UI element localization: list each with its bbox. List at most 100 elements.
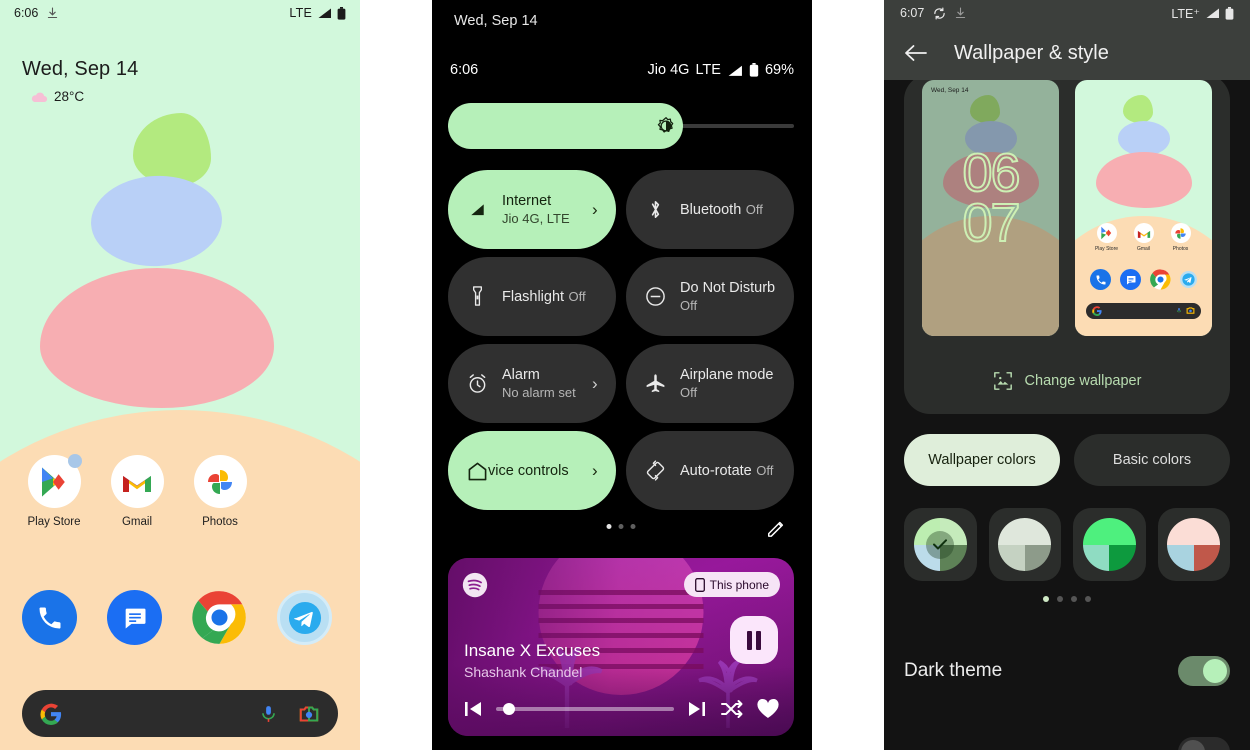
- media-progress-bar[interactable]: [496, 703, 674, 715]
- wallpaper-top-bar: 6:07 LTE⁺ Wallpaper & style: [884, 0, 1250, 80]
- media-artist: Shashank Chandel: [464, 664, 583, 680]
- dark-theme-toggle[interactable]: [1178, 656, 1230, 686]
- page-dot[interactable]: [606, 524, 612, 529]
- page-dot[interactable]: [630, 524, 636, 529]
- signal-icon: [728, 65, 742, 76]
- qs-tile-auto-rotate[interactable]: Auto-rotate Off: [626, 431, 794, 510]
- qs-tile-bluetooth[interactable]: Bluetooth Off: [626, 170, 794, 249]
- home-screen-preview[interactable]: Play Store Gmail Photos: [1075, 80, 1212, 336]
- qs-tile-grid: Internet Jio 4G, LTE › Bluetooth Off Fla…: [448, 170, 794, 510]
- back-arrow-icon[interactable]: [904, 43, 928, 63]
- color-swatch-1[interactable]: [904, 508, 977, 581]
- microphone-icon: [1176, 308, 1182, 313]
- bluetooth-icon: [644, 199, 666, 221]
- chrome-icon: [1150, 269, 1171, 290]
- status-network: LTE⁺: [1171, 6, 1200, 21]
- phone-device-icon: [694, 577, 705, 592]
- messages-icon[interactable]: [107, 590, 162, 645]
- chevron-right-icon[interactable]: ›: [592, 461, 602, 481]
- google-g-icon: [40, 703, 62, 725]
- skip-next-icon[interactable]: [686, 699, 708, 719]
- swatch-preview: [1167, 518, 1221, 571]
- qs-tile-do-not-disturb[interactable]: Do Not Disturb Off: [626, 257, 794, 336]
- swatch-preview: [1082, 518, 1136, 571]
- qs-tile-airplane-mode[interactable]: Airplane mode Off: [626, 344, 794, 423]
- media-progress-handle[interactable]: [503, 703, 516, 715]
- color-swatch-3[interactable]: [1073, 508, 1146, 581]
- color-swatch-4[interactable]: [1157, 508, 1230, 581]
- google-lens-icon[interactable]: [298, 703, 320, 725]
- heart-icon[interactable]: [756, 698, 780, 720]
- qs-page-indicator[interactable]: [606, 524, 636, 529]
- page-dot[interactable]: [1043, 596, 1049, 602]
- tab-label: Basic colors: [1112, 452, 1192, 468]
- media-pause-button[interactable]: [730, 616, 778, 664]
- check-icon: [926, 530, 955, 559]
- pencil-icon[interactable]: [766, 518, 786, 538]
- wallpaper-preview-card: Wed, Sep 14 06 07 Play Store Gmail Photo…: [904, 74, 1230, 414]
- brightness-slider[interactable]: [448, 103, 794, 149]
- page-dot[interactable]: [1085, 596, 1091, 602]
- page-title: Wallpaper & style: [954, 41, 1109, 64]
- skip-previous-icon[interactable]: [462, 699, 484, 719]
- app-play-store[interactable]: Play Store: [22, 454, 86, 528]
- change-wallpaper-button[interactable]: Change wallpaper: [904, 364, 1230, 398]
- signal-icon: [318, 8, 331, 18]
- tile-subtitle: No alarm set: [502, 384, 576, 400]
- gmail-icon: [110, 455, 164, 508]
- signal-icon: [1206, 8, 1219, 18]
- color-swatch-2[interactable]: [988, 508, 1061, 581]
- phone-icon[interactable]: [22, 590, 77, 645]
- clock-hour: 06: [961, 143, 1021, 204]
- status-time: 6:06: [14, 6, 39, 20]
- app-gmail[interactable]: Gmail: [105, 455, 169, 528]
- qs-tile-device-controls[interactable]: vice controls ›: [448, 431, 616, 510]
- telegram-icon[interactable]: [277, 590, 332, 645]
- google-search-bar[interactable]: [22, 690, 338, 737]
- tile-title: Airplane mode: [680, 366, 774, 383]
- chevron-right-icon[interactable]: ›: [592, 374, 602, 394]
- qs-tile-internet[interactable]: Internet Jio 4G, LTE ›: [448, 170, 616, 249]
- wallpaper-stone-green: [133, 113, 211, 186]
- media-player-card[interactable]: This phone Insane X Excuses Shashank Cha…: [448, 558, 794, 736]
- tab-label: Wallpaper colors: [928, 452, 1036, 468]
- pause-icon: [756, 630, 761, 650]
- play-store-icon: [1096, 223, 1117, 244]
- qs-tile-flashlight[interactable]: Flashlight Off: [448, 257, 616, 336]
- app-photos[interactable]: Photos: [188, 455, 252, 528]
- google-g-icon: [1092, 306, 1102, 316]
- chevron-right-icon[interactable]: ›: [592, 200, 602, 220]
- airplane-icon: [644, 373, 666, 395]
- preview-date: Wed, Sep 14: [931, 87, 969, 94]
- brightness-icon: [658, 117, 674, 133]
- preview-dock: [1075, 269, 1212, 291]
- tile-title: Flashlight: [502, 288, 565, 305]
- lock-screen-preview[interactable]: Wed, Sep 14 06 07: [922, 80, 1059, 336]
- qs-network: LTE: [695, 62, 721, 78]
- download-icon: [956, 7, 966, 19]
- next-setting-toggle[interactable]: [1178, 737, 1230, 750]
- wallpaper-stone-green: [970, 95, 1001, 124]
- microphone-icon[interactable]: [259, 703, 278, 725]
- qs-tile-alarm[interactable]: Alarm No alarm set ›: [448, 344, 616, 423]
- dark-theme-row[interactable]: Dark theme: [904, 645, 1230, 697]
- next-setting-row-partial[interactable]: [904, 726, 1230, 750]
- at-a-glance-widget[interactable]: Wed, Sep 14 28°C: [22, 58, 138, 104]
- media-output-switcher[interactable]: This phone: [683, 572, 780, 597]
- widget-temperature: 28°C: [54, 89, 85, 104]
- media-output-label: This phone: [709, 577, 769, 592]
- chrome-icon[interactable]: [192, 590, 247, 645]
- wallpaper-status-bar: 6:07 LTE⁺: [884, 0, 1250, 26]
- swatch-page-indicator[interactable]: [884, 596, 1250, 602]
- swatch-preview: [913, 518, 967, 571]
- status-network: LTE: [289, 6, 312, 20]
- page-dot[interactable]: [1071, 596, 1077, 602]
- tab-wallpaper-colors[interactable]: Wallpaper colors: [904, 434, 1060, 486]
- page-dot[interactable]: [1057, 596, 1063, 602]
- preview-app-row: Play Store Gmail Photos: [1075, 223, 1212, 252]
- tab-basic-colors[interactable]: Basic colors: [1074, 434, 1230, 486]
- tile-subtitle: Off: [756, 462, 774, 478]
- image-frame-icon: [993, 372, 1012, 390]
- page-dot[interactable]: [618, 524, 624, 529]
- shuffle-icon[interactable]: [720, 699, 744, 719]
